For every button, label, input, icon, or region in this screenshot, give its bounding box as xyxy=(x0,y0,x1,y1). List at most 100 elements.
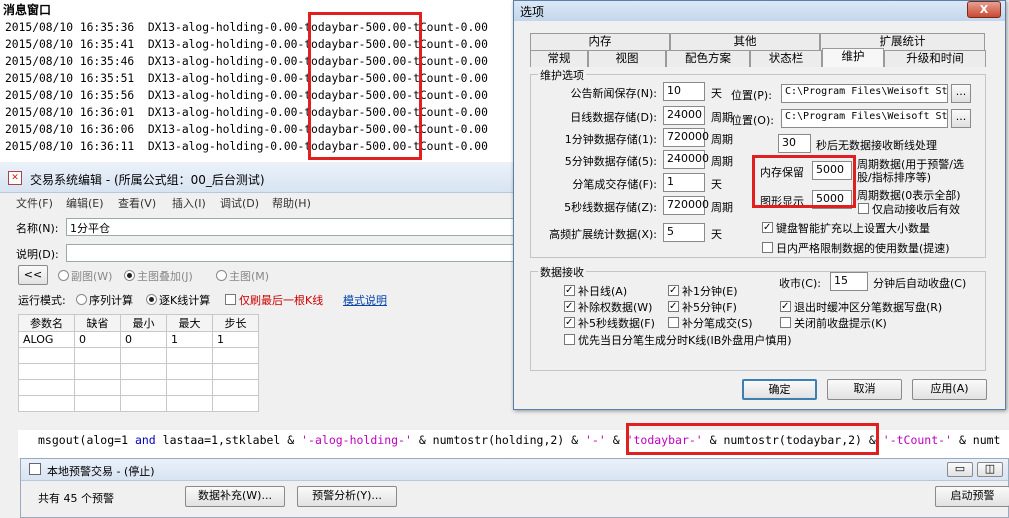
table-cell[interactable] xyxy=(18,395,75,412)
location2-browse-button[interactable]: ... xyxy=(951,109,971,128)
receive-option[interactable]: 补5秒线数据(F) xyxy=(564,315,655,331)
chart-mode-sub[interactable]: 副图(W) xyxy=(58,268,112,284)
receive-option[interactable]: 补除权数据(W) xyxy=(564,299,652,315)
table-cell[interactable]: ALOG xyxy=(18,331,75,348)
empty-table-row[interactable] xyxy=(18,363,259,380)
location1-input[interactable]: C:\Program Files\Weisoft St xyxy=(781,84,948,103)
empty-table-row[interactable] xyxy=(18,395,259,412)
receive-option[interactable]: 关闭前收盘提示(K) xyxy=(780,315,887,331)
table-cell[interactable] xyxy=(74,379,121,396)
table-cell[interactable] xyxy=(166,347,213,364)
close-icon[interactable]: X xyxy=(967,1,1001,18)
menu-item[interactable]: 查看(V) xyxy=(118,195,156,211)
location1-browse-button[interactable]: ... xyxy=(951,84,971,103)
table-cell[interactable]: 0 xyxy=(120,331,167,348)
reconnect-seconds-input[interactable]: 30 xyxy=(778,134,811,153)
receive-option-label: 补日线(A) xyxy=(578,285,628,298)
tab-row2[interactable]: 视图 xyxy=(588,50,666,67)
field-input[interactable]: 5 xyxy=(663,223,705,242)
table-cell[interactable] xyxy=(212,347,259,364)
table-cell[interactable] xyxy=(18,347,75,364)
menu-item[interactable]: 插入(I) xyxy=(172,195,206,211)
tab-row1[interactable]: 其他 xyxy=(670,33,820,50)
last-bar-only-checkbox[interactable]: 仅刷最后一根K线 xyxy=(225,292,323,308)
menu-item[interactable]: 文件(F) xyxy=(16,195,53,211)
menu-item[interactable]: 帮助(H) xyxy=(272,195,311,211)
receive-option-label: 补5分钟(F) xyxy=(682,301,737,314)
menu-item[interactable]: 编辑(E) xyxy=(66,195,104,211)
alert-analysis-button[interactable]: 预警分析(Y)... xyxy=(297,486,397,507)
field-input[interactable]: 240000 xyxy=(663,150,709,169)
chart-mode-main[interactable]: 主图(M) xyxy=(216,268,269,284)
parameter-table[interactable]: 参数名 缺省 最小 最大 步长 ALOG 0 0 1 1 xyxy=(18,314,259,412)
table-cell[interactable] xyxy=(120,395,167,412)
smart-expand-checkbox[interactable]: 键盘智能扩充以上设置大小数量 xyxy=(762,220,930,236)
receive-option[interactable]: 补5分钟(F) xyxy=(668,299,737,315)
ok-button[interactable]: 确定 xyxy=(742,379,817,400)
name-input[interactable]: 1分平仓 xyxy=(66,218,515,236)
field-input[interactable]: 720000 xyxy=(663,128,709,147)
table-cell[interactable] xyxy=(120,363,167,380)
table-cell[interactable] xyxy=(18,379,75,396)
apply-button[interactable]: 应用(A) xyxy=(912,379,987,400)
location2-input[interactable]: C:\Program Files\Weisoft St xyxy=(781,109,948,128)
table-row[interactable]: ALOG 0 0 1 1 xyxy=(18,331,259,348)
start-alert-button[interactable]: 启动预警 xyxy=(935,486,1009,507)
receive-option-label: 补5秒线数据(F) xyxy=(578,317,655,330)
close-market-label: 收市(C): xyxy=(779,277,821,290)
data-fill-button[interactable]: 数据补充(W)... xyxy=(185,486,285,507)
tab-row2[interactable]: 升级和时间 xyxy=(884,50,986,67)
table-cell[interactable] xyxy=(166,363,213,380)
table-cell[interactable] xyxy=(74,395,121,412)
description-input[interactable] xyxy=(66,244,515,262)
code-token: '-tCount-' xyxy=(882,433,953,447)
receive-option[interactable]: 补分笔成交(S) xyxy=(668,315,753,331)
table-cell[interactable] xyxy=(74,347,121,364)
menu-item[interactable]: 调试(D) xyxy=(220,195,259,211)
run-mode-series[interactable]: 序列计算 xyxy=(76,292,133,308)
empty-table-row[interactable] xyxy=(18,379,259,396)
cancel-button[interactable]: 取消 xyxy=(827,379,902,400)
column-header: 最小 xyxy=(120,314,167,332)
table-cell[interactable] xyxy=(212,363,259,380)
tab-row2[interactable]: 状态栏 xyxy=(750,50,822,67)
table-cell[interactable]: 1 xyxy=(212,331,259,348)
field-input[interactable]: 1 xyxy=(663,173,705,192)
checkbox-checked-icon xyxy=(780,301,791,312)
alert-count: 共有 45 个预警 xyxy=(38,492,114,505)
close-market-input[interactable]: 15 xyxy=(830,272,868,291)
table-cell[interactable] xyxy=(120,347,167,364)
table-cell[interactable] xyxy=(166,379,213,396)
run-mode-per-bar[interactable]: 逐K线计算 xyxy=(146,292,210,308)
code-todaybar-highlight-box xyxy=(626,423,879,455)
mode-help-link[interactable]: 模式说明 xyxy=(343,292,387,308)
tab-maintain-active[interactable]: 维护 xyxy=(822,48,884,67)
receive-option[interactable]: 退出时缓冲区分笔数据写盘(R) xyxy=(780,299,942,315)
table-cell[interactable] xyxy=(166,395,213,412)
table-cell[interactable]: 1 xyxy=(166,331,213,348)
strict-intraday-checkbox[interactable]: 日内严格限制数据的使用数量(提速) xyxy=(762,240,950,256)
tab-row1[interactable]: 内存 xyxy=(530,33,670,50)
tab-row2[interactable]: 配色方案 xyxy=(666,50,750,67)
field-input[interactable]: 10 xyxy=(663,82,705,101)
receive-option[interactable]: 补1分钟(E) xyxy=(668,283,738,299)
collapse-button[interactable]: << xyxy=(18,265,48,285)
table-cell[interactable] xyxy=(212,379,259,396)
table-cell[interactable]: 0 xyxy=(74,331,121,348)
minimize-icon[interactable]: ▭ xyxy=(947,462,973,477)
field-input[interactable]: 720000 xyxy=(663,196,709,215)
field-input[interactable]: 24000 xyxy=(663,106,705,125)
valid-after-start-checkbox[interactable]: 仅启动接收后有效 xyxy=(858,201,960,217)
tab-row2[interactable]: 常规 xyxy=(530,50,588,67)
restore-icon[interactable]: ◫ xyxy=(977,462,1003,477)
receive-option[interactable]: 补日线(A) xyxy=(564,283,627,299)
table-cell[interactable] xyxy=(18,363,75,380)
receive-option[interactable]: 优先当日分笔生成分时K线(IB外盘用户慎用) xyxy=(564,332,792,348)
empty-table-row[interactable] xyxy=(18,347,259,364)
field-label: 高频扩展统计数据(X): xyxy=(549,228,657,241)
table-cell[interactable] xyxy=(120,379,167,396)
table-cell[interactable] xyxy=(212,395,259,412)
mem-keep-text: 周期数据(用于预警/选股/指标排序等) xyxy=(857,158,964,184)
chart-mode-overlay[interactable]: 主图叠加(J) xyxy=(124,268,193,284)
table-cell[interactable] xyxy=(74,363,121,380)
